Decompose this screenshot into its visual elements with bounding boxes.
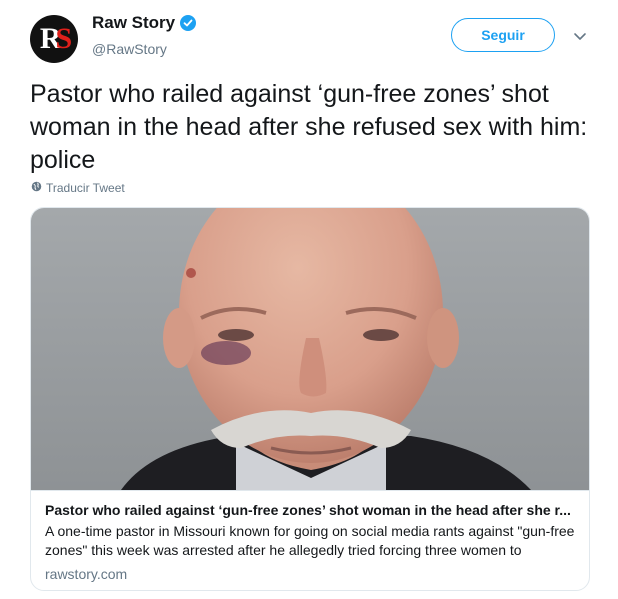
tweet-text: Pastor who railed against ‘gun-free zone…: [30, 80, 588, 174]
author-display-name[interactable]: Raw Story: [92, 13, 175, 33]
card-title[interactable]: Pastor who railed against ‘gun-free zone…: [45, 501, 575, 519]
verified-badge-icon: [180, 15, 197, 31]
card-body[interactable]: Pastor who railed against ‘gun-free zone…: [31, 490, 589, 582]
card-description: A one-time pastor in Missouri known for …: [45, 523, 575, 558]
avatar[interactable]: RS: [30, 15, 78, 63]
author-handle[interactable]: @RawStory: [92, 41, 167, 57]
card-domain: rawstory.com: [45, 566, 128, 582]
card-image[interactable]: [31, 208, 589, 490]
logo-letter-s: S: [55, 22, 72, 55]
chevron-down-icon[interactable]: [572, 28, 588, 44]
author-name-row[interactable]: Raw Story: [92, 13, 197, 33]
translate-label[interactable]: Traducir Tweet: [46, 181, 125, 195]
follow-button[interactable]: Seguir: [451, 18, 555, 52]
globe-icon: [31, 181, 42, 195]
raw-story-logo: RS: [40, 22, 72, 55]
translate-tweet-link[interactable]: Traducir Tweet: [31, 181, 125, 195]
link-card[interactable]: Pastor who railed against ‘gun-free zone…: [30, 207, 590, 591]
